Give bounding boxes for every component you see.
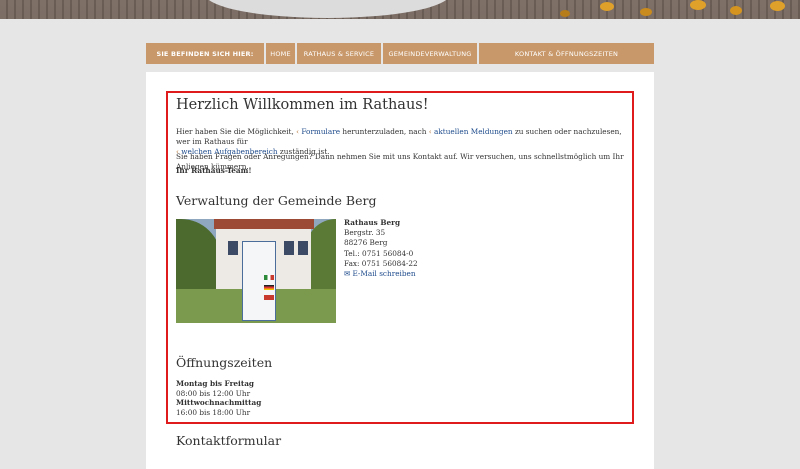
leaf-decoration (560, 10, 570, 17)
breadcrumb-prefix: SIE BEFINDEN SICH HIER: (146, 43, 266, 64)
header-image (0, 0, 800, 19)
breadcrumb-gemeindeverwaltung[interactable]: GEMEINDEVERWALTUNG (383, 43, 479, 64)
breadcrumb-rathaus-service[interactable]: RATHAUS & SERVICE (297, 43, 383, 64)
leaf-decoration (770, 1, 785, 11)
highlight-box (166, 91, 634, 424)
leaf-decoration (730, 6, 742, 15)
kontaktformular-heading: Kontaktformular (176, 433, 282, 448)
leaf-decoration (640, 8, 652, 16)
leaf-decoration (690, 0, 706, 10)
breadcrumb-home[interactable]: HOME (266, 43, 297, 64)
breadcrumb-kontakt[interactable]: KONTAKT & ÖFFNUNGSZEITEN (479, 43, 654, 64)
leaf-decoration (600, 2, 614, 11)
breadcrumb: SIE BEFINDEN SICH HIER: HOME RATHAUS & S… (146, 43, 654, 64)
